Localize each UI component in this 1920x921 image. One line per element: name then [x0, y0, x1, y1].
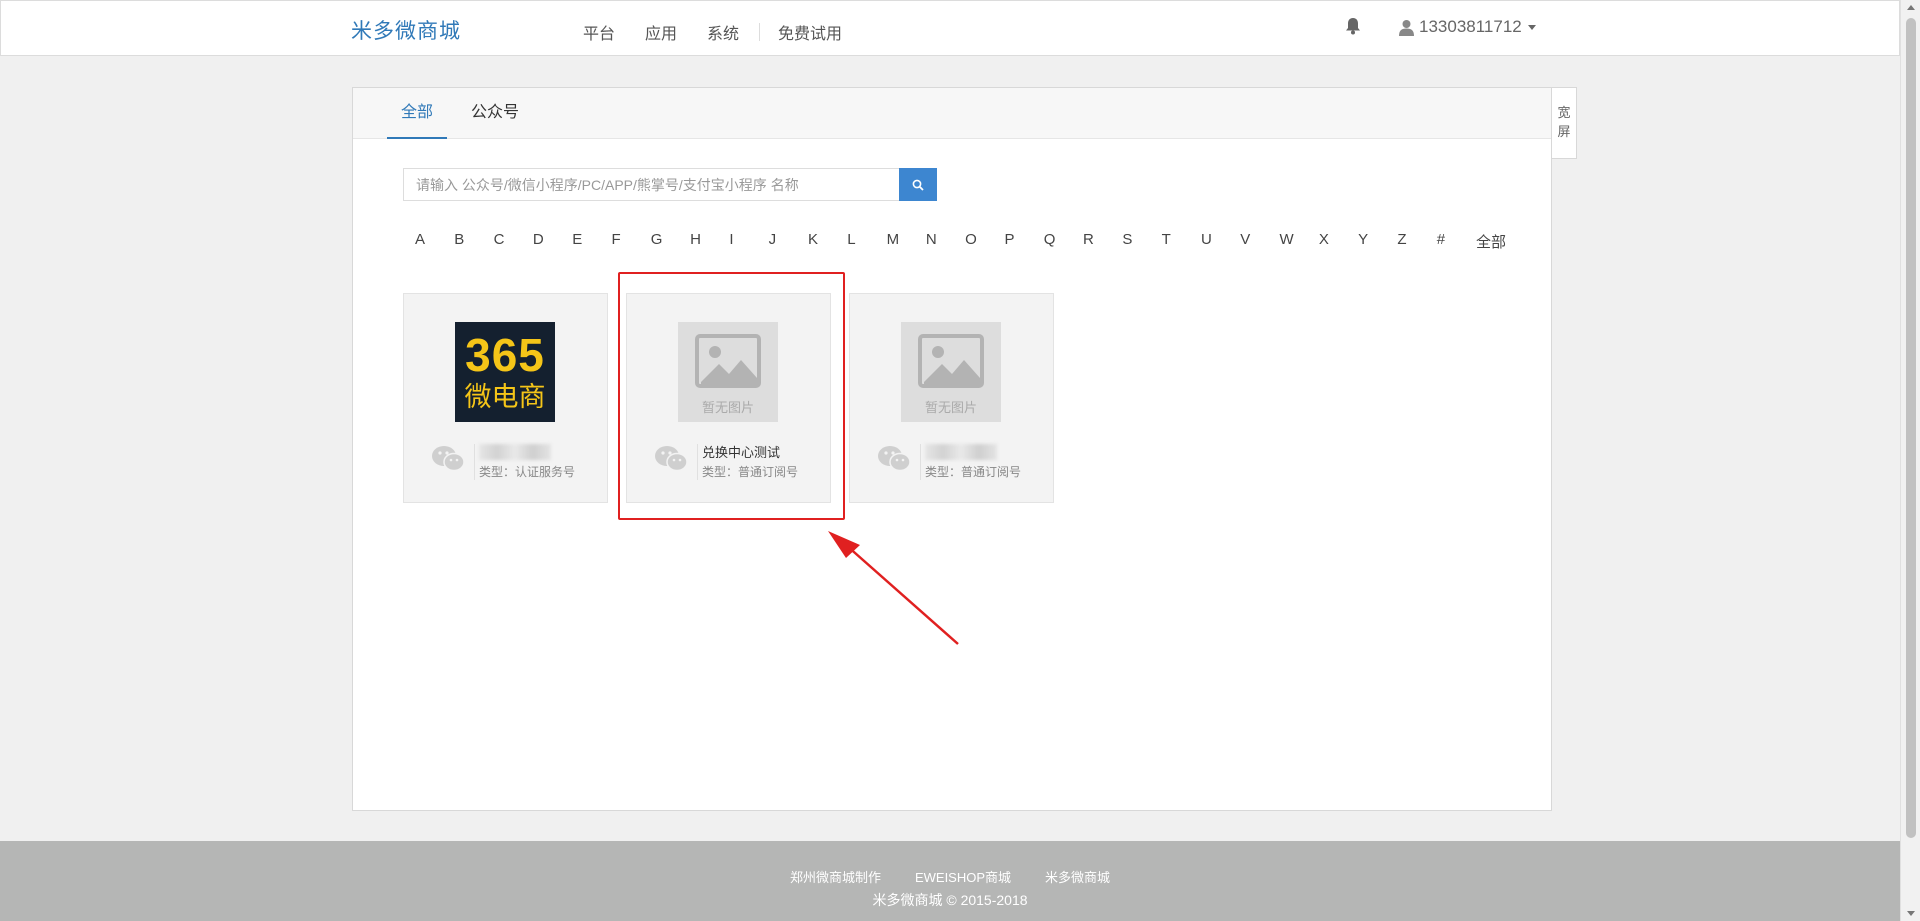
- filter-h[interactable]: H: [690, 231, 729, 252]
- filter-l[interactable]: L: [847, 231, 886, 252]
- filter-u[interactable]: U: [1201, 231, 1240, 252]
- wide-screen-toggle[interactable]: 宽屏: [1552, 87, 1577, 159]
- tab-official-account[interactable]: 公众号: [457, 88, 533, 139]
- filter-hash[interactable]: #: [1437, 231, 1476, 252]
- filter-k[interactable]: K: [808, 231, 847, 252]
- filter-all[interactable]: 全部: [1476, 231, 1515, 252]
- chevron-down-icon: [1527, 24, 1536, 30]
- no-image-placeholder: 暂无图片: [678, 322, 778, 422]
- nav-apps[interactable]: 应用: [645, 20, 677, 44]
- filter-y[interactable]: Y: [1358, 231, 1397, 252]
- page-scrollbar[interactable]: [1900, 0, 1920, 921]
- user-menu[interactable]: 13303811712: [1399, 17, 1536, 37]
- card-divider: [920, 444, 921, 480]
- wechat-icon: [655, 446, 688, 472]
- filter-g[interactable]: G: [651, 231, 690, 252]
- filter-v[interactable]: V: [1240, 231, 1279, 252]
- account-logo: 365 微电商: [455, 322, 555, 422]
- filter-r[interactable]: R: [1083, 231, 1122, 252]
- no-image-caption: 暂无图片: [701, 400, 754, 415]
- search-bar: [403, 168, 937, 201]
- filter-m[interactable]: M: [887, 231, 926, 252]
- filter-i[interactable]: I: [729, 231, 768, 252]
- image-placeholder-icon: [695, 334, 761, 388]
- brand-logo[interactable]: 米多微商城: [351, 15, 461, 45]
- tab-bar: 全部 公众号: [353, 88, 1551, 139]
- account-name-redacted: [925, 444, 997, 460]
- filter-t[interactable]: T: [1162, 231, 1201, 252]
- account-card[interactable]: 暂无图片 兑换中心测试 类型：普通订阅号: [626, 293, 831, 503]
- filter-o[interactable]: O: [965, 231, 1004, 252]
- filter-n[interactable]: N: [926, 231, 965, 252]
- image-placeholder-icon: [918, 334, 984, 388]
- no-image-placeholder: 暂无图片: [901, 322, 1001, 422]
- footer-link[interactable]: 郑州微商城制作: [790, 867, 881, 886]
- account-card[interactable]: 365 微电商 类型：认证服务号: [403, 293, 608, 503]
- footer-link[interactable]: 米多微商城: [1045, 867, 1110, 886]
- nav-free-trial[interactable]: 免费试用: [778, 20, 842, 44]
- tab-all[interactable]: 全部: [387, 88, 448, 139]
- filter-s[interactable]: S: [1122, 231, 1161, 252]
- footer-links: 郑州微商城制作 EWEISHOP商城 米多微商城: [0, 841, 1900, 886]
- filter-a[interactable]: A: [415, 231, 454, 252]
- account-type: 类型：普通订阅号: [702, 465, 799, 479]
- nav-system[interactable]: 系统: [707, 20, 739, 44]
- copyright-text: 米多微商城 © 2015-2018: [872, 892, 1028, 908]
- user-phone: 13303811712: [1419, 17, 1522, 36]
- scroll-thumb[interactable]: [1906, 18, 1916, 838]
- search-icon: [912, 179, 924, 191]
- filter-b[interactable]: B: [454, 231, 493, 252]
- scroll-down-icon[interactable]: [1907, 911, 1915, 916]
- top-navbar: 米多微商城 平台 应用 系统 免费试用 13303811712: [0, 0, 1900, 56]
- alphabet-filter: A B C D E F G H I J K L M N O P Q R S T …: [415, 231, 1515, 252]
- account-grid: 365 微电商 类型：认证服务号 暂无图片 兑换中心测试 类型：普通订阅号 暂无…: [403, 293, 1072, 503]
- account-type: 类型：普通订阅号: [925, 465, 1022, 479]
- nav-platform[interactable]: 平台: [583, 20, 615, 44]
- filter-j[interactable]: J: [769, 231, 808, 252]
- filter-f[interactable]: F: [611, 231, 650, 252]
- logo-text: 微电商: [464, 382, 546, 412]
- account-card[interactable]: 暂无图片 类型：普通订阅号: [849, 293, 1054, 503]
- filter-p[interactable]: P: [1004, 231, 1043, 252]
- wechat-icon: [432, 446, 465, 472]
- search-input[interactable]: [403, 168, 899, 201]
- filter-e[interactable]: E: [572, 231, 611, 252]
- footer-link[interactable]: EWEISHOP商城: [915, 867, 1011, 886]
- logo-number: 365: [465, 329, 545, 381]
- filter-x[interactable]: X: [1319, 231, 1358, 252]
- no-image-caption: 暂无图片: [924, 400, 977, 415]
- filter-c[interactable]: C: [494, 231, 533, 252]
- account-name: 兑换中心测试: [702, 445, 781, 460]
- filter-w[interactable]: W: [1280, 231, 1319, 252]
- search-button[interactable]: [899, 168, 937, 201]
- card-divider: [474, 444, 475, 480]
- filter-z[interactable]: Z: [1397, 231, 1436, 252]
- page-footer: 郑州微商城制作 EWEISHOP商城 米多微商城 米多微商城 © 2015-20…: [0, 841, 1900, 921]
- wechat-icon: [878, 446, 911, 472]
- account-type: 类型：认证服务号: [479, 465, 576, 479]
- nav-divider: [759, 23, 761, 41]
- user-icon: [1399, 19, 1414, 36]
- account-name-redacted: [479, 444, 551, 460]
- card-divider: [697, 444, 698, 480]
- filter-d[interactable]: D: [533, 231, 572, 252]
- filter-q[interactable]: Q: [1044, 231, 1083, 252]
- bell-icon[interactable]: [1345, 17, 1363, 37]
- account-panel: 全部 公众号 A B C D E F G H I J K L M N O P Q…: [352, 87, 1552, 811]
- main-nav: 平台 应用 系统 免费试用: [583, 20, 872, 44]
- scroll-up-icon[interactable]: [1907, 5, 1915, 10]
